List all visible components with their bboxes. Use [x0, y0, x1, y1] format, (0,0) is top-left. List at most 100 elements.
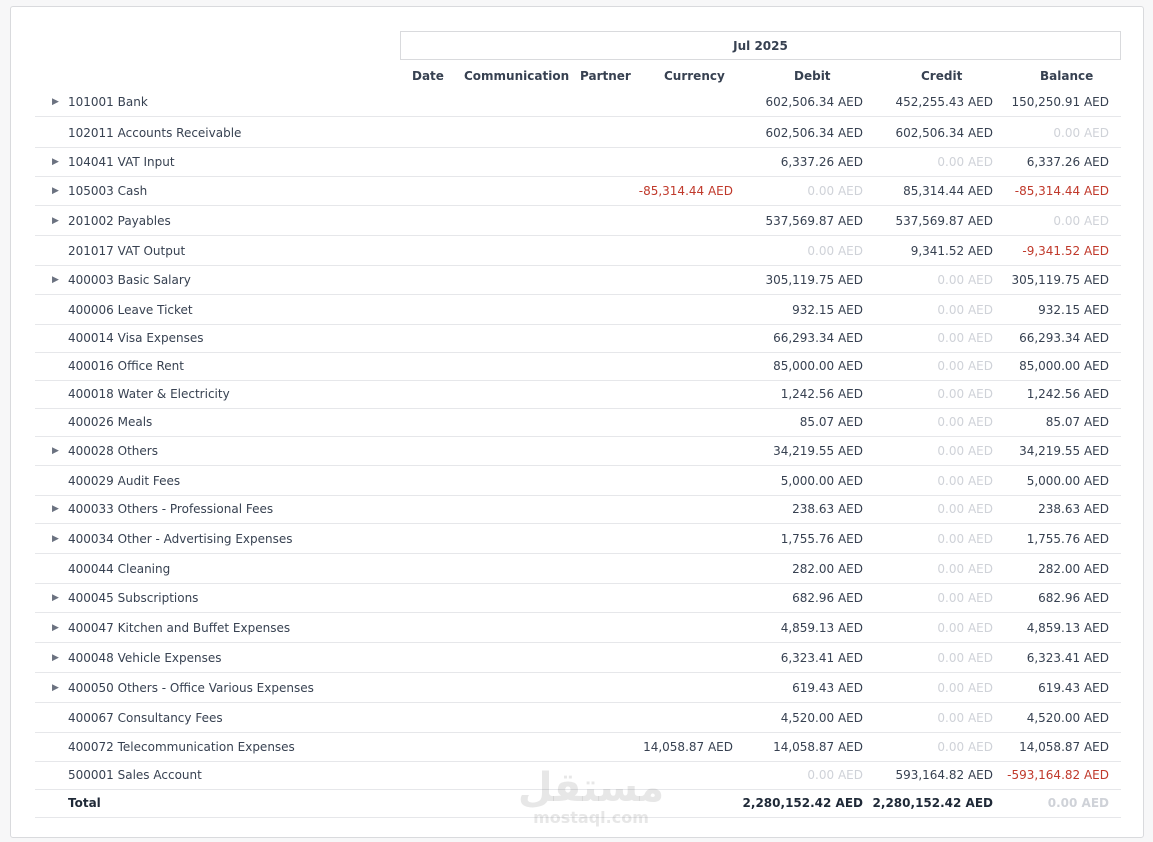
account-name[interactable]: 400033 Others - Professional Fees [68, 494, 273, 523]
balance-amount[interactable]: -593,164.82 AED [995, 760, 1109, 789]
credit-amount[interactable]: 0.00 AED [865, 466, 993, 495]
balance-amount[interactable]: 1,242.56 AED [995, 379, 1109, 408]
credit-amount[interactable]: 9,341.52 AED [865, 236, 993, 265]
debit-amount[interactable]: 14,058.87 AED [735, 732, 863, 761]
balance-amount[interactable]: -9,341.52 AED [995, 236, 1109, 265]
debit-amount[interactable]: 537,569.87 AED [735, 206, 863, 235]
credit-amount[interactable]: 0.00 AED [865, 613, 993, 642]
column-header-partner[interactable]: Partner [580, 68, 631, 84]
credit-amount[interactable]: 0.00 AED [865, 494, 993, 523]
balance-amount[interactable]: 282.00 AED [995, 554, 1109, 583]
balance-amount[interactable]: 619.43 AED [995, 673, 1109, 702]
debit-amount[interactable]: 66,293.34 AED [735, 323, 863, 352]
debit-amount[interactable]: 5,000.00 AED [735, 466, 863, 495]
debit-amount[interactable]: 4,859.13 AED [735, 613, 863, 642]
credit-amount[interactable]: 537,569.87 AED [865, 206, 993, 235]
debit-amount[interactable]: 6,323.41 AED [735, 643, 863, 672]
credit-amount[interactable]: 0.00 AED [865, 407, 993, 436]
account-name[interactable]: 400050 Others - Office Various Expenses [68, 673, 314, 702]
balance-amount[interactable]: 14,058.87 AED [995, 732, 1109, 761]
account-name[interactable]: 500001 Sales Account [68, 760, 202, 789]
caret-right-icon[interactable]: ▶ [52, 504, 62, 514]
caret-right-icon[interactable]: ▶ [52, 623, 62, 633]
balance-amount[interactable]: 682.96 AED [995, 583, 1109, 612]
table-row[interactable]: ▶ 400034 Other - Advertising Expenses 1,75… [35, 524, 1121, 554]
table-row[interactable]: ▶ 201002 Payables 537,569.87 AED 537,569.87… [35, 206, 1121, 236]
account-name[interactable]: 400018 Water & Electricity [68, 379, 230, 408]
currency-amount[interactable]: -85,314.44 AED [535, 176, 733, 205]
account-name[interactable]: 400047 Kitchen and Buffet Expenses [68, 613, 290, 642]
caret-right-icon[interactable]: ▶ [52, 97, 62, 107]
credit-amount[interactable]: 452,255.43 AED [865, 87, 993, 116]
account-name[interactable]: 400026 Meals [68, 407, 152, 436]
balance-amount[interactable]: 85,000.00 AED [995, 351, 1109, 380]
balance-amount[interactable]: 6,323.41 AED [995, 643, 1109, 672]
debit-amount[interactable]: 0.00 AED [735, 760, 863, 789]
account-name[interactable]: 400029 Audit Fees [68, 466, 180, 495]
credit-amount[interactable]: 0.00 AED [865, 351, 993, 380]
debit-amount[interactable]: 682.96 AED [735, 583, 863, 612]
debit-amount[interactable]: 238.63 AED [735, 494, 863, 523]
account-name[interactable]: 400003 Basic Salary [68, 265, 191, 294]
account-name[interactable]: 400044 Cleaning [68, 554, 170, 583]
table-row[interactable]: ▶ 400050 Others - Office Various Expenses… [35, 673, 1121, 703]
balance-amount[interactable]: 6,337.26 AED [995, 147, 1109, 176]
column-header-balance[interactable]: Balance [1040, 68, 1093, 84]
balance-amount[interactable]: 0.00 AED [995, 118, 1109, 147]
account-name[interactable]: 201002 Payables [68, 206, 171, 235]
credit-amount[interactable]: 0.00 AED [865, 436, 993, 465]
account-name[interactable]: 400067 Consultancy Fees [68, 703, 223, 732]
credit-amount[interactable]: 0.00 AED [865, 295, 993, 324]
balance-amount[interactable]: 932.15 AED [995, 295, 1109, 324]
credit-amount[interactable]: 0.00 AED [865, 323, 993, 352]
balance-amount[interactable]: 34,219.55 AED [995, 436, 1109, 465]
table-row[interactable]: ▶ 400047 Kitchen and Buffet Expenses 4,859… [35, 613, 1121, 643]
account-name[interactable]: 105003 Cash [68, 176, 147, 205]
caret-right-icon[interactable]: ▶ [52, 157, 62, 167]
account-name[interactable]: 201017 VAT Output [68, 236, 185, 265]
debit-amount[interactable]: 932.15 AED [735, 295, 863, 324]
balance-amount[interactable]: -85,314.44 AED [995, 176, 1109, 205]
column-header-currency[interactable]: Currency [664, 68, 725, 84]
caret-right-icon[interactable]: ▶ [52, 653, 62, 663]
account-name[interactable]: 104041 VAT Input [68, 147, 175, 176]
balance-amount[interactable]: 66,293.34 AED [995, 323, 1109, 352]
credit-amount[interactable]: 0.00 AED [865, 265, 993, 294]
credit-amount[interactable]: 593,164.82 AED [865, 760, 993, 789]
table-row[interactable]: ▶ 400028 Others 34,219.55 AED 0.00 AED 34,21… [35, 436, 1121, 466]
table-row[interactable]: ▶ 400003 Basic Salary 305,119.75 AED 0.00 A… [35, 265, 1121, 295]
credit-amount[interactable]: 0.00 AED [865, 524, 993, 553]
account-name[interactable]: 101001 Bank [68, 87, 148, 116]
debit-amount[interactable]: 6,337.26 AED [735, 147, 863, 176]
account-name[interactable]: 400072 Telecommunication Expenses [68, 732, 295, 761]
balance-amount[interactable]: 150,250.91 AED [995, 87, 1109, 116]
column-header-debit[interactable]: Debit [794, 68, 831, 84]
credit-amount[interactable]: 0.00 AED [865, 554, 993, 583]
credit-amount[interactable]: 602,506.34 AED [865, 118, 993, 147]
balance-amount[interactable]: 4,520.00 AED [995, 703, 1109, 732]
table-row[interactable]: ▶ 104041 VAT Input 6,337.26 AED 0.00 AED 6,3… [35, 147, 1121, 177]
credit-amount[interactable]: 0.00 AED [865, 673, 993, 702]
credit-amount[interactable]: 0.00 AED [865, 583, 993, 612]
debit-amount[interactable]: 34,219.55 AED [735, 436, 863, 465]
debit-amount[interactable]: 85.07 AED [735, 407, 863, 436]
balance-amount[interactable]: 4,859.13 AED [995, 613, 1109, 642]
caret-right-icon[interactable]: ▶ [52, 216, 62, 226]
caret-right-icon[interactable]: ▶ [52, 534, 62, 544]
currency-amount[interactable]: 14,058.87 AED [535, 732, 733, 761]
column-header-date[interactable]: Date [412, 68, 444, 84]
credit-amount[interactable]: 85,314.44 AED [865, 176, 993, 205]
debit-amount[interactable]: 282.00 AED [735, 554, 863, 583]
caret-right-icon[interactable]: ▶ [52, 186, 62, 196]
caret-right-icon[interactable]: ▶ [52, 683, 62, 693]
debit-amount[interactable]: 0.00 AED [735, 236, 863, 265]
table-row[interactable]: ▶ 101001 Bank 602,506.34 AED 452,255.43 AED… [35, 87, 1121, 117]
caret-right-icon[interactable]: ▶ [52, 446, 62, 456]
balance-amount[interactable]: 305,119.75 AED [995, 265, 1109, 294]
account-name[interactable]: 400028 Others [68, 436, 158, 465]
debit-amount[interactable]: 0.00 AED [735, 176, 863, 205]
account-name[interactable]: 400048 Vehicle Expenses [68, 643, 222, 672]
balance-amount[interactable]: 5,000.00 AED [995, 466, 1109, 495]
balance-amount[interactable]: 0.00 AED [995, 206, 1109, 235]
account-name[interactable]: 400045 Subscriptions [68, 583, 198, 612]
